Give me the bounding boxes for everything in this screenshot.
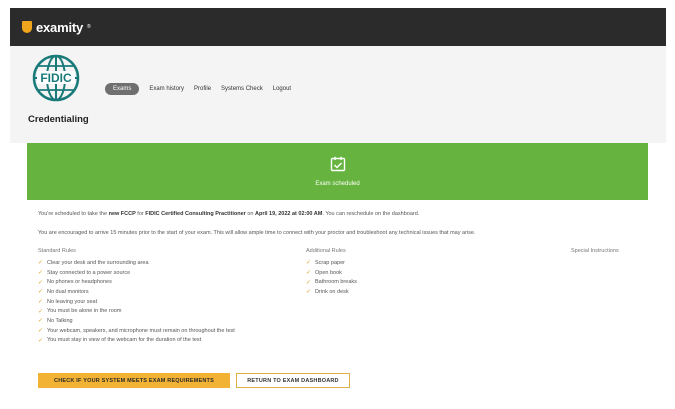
check-system-button[interactable]: CHECK IF YOUR SYSTEM MEETS EXAM REQUIREM… (38, 373, 230, 388)
rule-text: Bathroom breaks (315, 279, 357, 286)
standard-rules-list: ✓ Clear your desk and the surrounding are… (38, 258, 235, 345)
rule-text: Open book (315, 269, 342, 276)
rule-text: Clear your desk and the surrounding area (47, 259, 149, 266)
nav-logout[interactable]: Logout (273, 83, 291, 95)
brand-name: Credentialing (28, 114, 89, 125)
exam-datetime: April 19, 2022 at 02:00 AM (255, 211, 323, 217)
list-item: ✓ Stay connected to a power source (38, 268, 235, 278)
nav-exam-history[interactable]: Exam history (149, 83, 184, 95)
checkmark-icon: ✓ (306, 260, 312, 267)
top-bar: examity ® (10, 8, 666, 46)
nav-profile[interactable]: Profile (194, 83, 211, 95)
additional-rules-title: Additional Rules (306, 248, 346, 254)
checkmark-icon: ✓ (38, 318, 44, 325)
fidic-globe-logo: FIDIC (32, 54, 80, 102)
checkmark-icon: ✓ (38, 279, 44, 286)
main-nav: Exams Exam history Profile Systems Check… (105, 83, 291, 95)
checkmark-icon: ✓ (38, 308, 44, 315)
checkmark-icon: ✓ (306, 270, 312, 277)
list-item: ✓ Bathroom breaks (306, 277, 357, 287)
scheduled-post: . You can reschedule on the dashboard. (322, 211, 420, 217)
examity-logo[interactable]: examity ® (22, 20, 91, 35)
rule-text: Your webcam, speakers, and microphone mu… (47, 327, 235, 334)
rule-text: No dual monitors (47, 288, 89, 295)
return-dashboard-button[interactable]: RETURN TO EXAM DASHBOARD (236, 373, 350, 388)
rule-text: Scrap paper (315, 259, 345, 266)
standard-rules-title: Standard Rules (38, 248, 76, 254)
checkmark-icon: ✓ (38, 260, 44, 267)
checkmark-icon: ✓ (306, 289, 312, 296)
rule-text: No phones or headphones (47, 279, 112, 286)
calendar-check-icon (330, 156, 345, 172)
checkmark-icon: ✓ (306, 279, 312, 286)
list-item: ✓ You must stay in view of the webcam for… (38, 336, 235, 346)
logo-text: examity (36, 19, 84, 35)
list-item: ✓ Your webcam, speakers, and microphone m… (38, 326, 235, 336)
rule-text: Stay connected to a power source (47, 269, 131, 276)
scheduled-pre: You're scheduled to take the (38, 211, 109, 217)
rule-text: No leaving your seat (47, 298, 98, 305)
list-item: ✓ No leaving your seat (38, 297, 235, 307)
logo-trademark: ® (87, 24, 91, 30)
rule-text: You must stay in view of the webcam for … (47, 337, 202, 344)
exam-name: FIDIC Certified Consulting Practitioner (145, 211, 246, 217)
header: FIDIC Credentialing Exams Exam history P… (10, 46, 666, 143)
fidic-brand[interactable]: FIDIC Credentialing (28, 52, 98, 132)
additional-rules-list: ✓ Scrap paper ✓ Open book ✓ Bathroom breaks… (306, 258, 357, 297)
list-item: ✓ You must be alone in the room (38, 306, 235, 316)
list-item: ✓ Drink on desk (306, 287, 357, 297)
list-item: ✓ Open book (306, 268, 357, 278)
rule-text: You must be alone in the room (47, 308, 122, 315)
scheduled-mid1: for (135, 211, 146, 217)
exam-code: new FCCP (108, 211, 136, 217)
special-instructions-title: Special Instructions (571, 248, 619, 254)
nav-systems-check[interactable]: Systems Check (221, 83, 263, 95)
list-item: ✓ Scrap paper (306, 258, 357, 268)
scheduled-text: You're scheduled to take the new FCCP fo… (38, 211, 419, 217)
rule-text: Drink on desk (315, 288, 349, 295)
rule-text: No Talking (47, 317, 73, 324)
checkmark-icon: ✓ (38, 328, 44, 335)
scheduled-mid2: on (245, 211, 255, 217)
standard-rules: Standard Rules ✓ Clear your desk and the … (38, 248, 235, 345)
checkmark-icon: ✓ (38, 289, 44, 296)
special-instructions: Special Instructions (571, 248, 619, 258)
additional-rules: Additional Rules ✓ Scrap paper ✓ Open book… (306, 248, 357, 297)
checkmark-icon: ✓ (38, 337, 44, 344)
list-item: ✓ Clear your desk and the surrounding are… (38, 258, 235, 268)
list-item: ✓ No dual monitors (38, 287, 235, 297)
shield-icon (22, 21, 32, 33)
nav-exams[interactable]: Exams (105, 83, 140, 95)
list-item: ✓ No Talking (38, 316, 235, 326)
banner-text: Exam scheduled (315, 181, 360, 187)
arrival-advice: You are encouraged to arrive 15 minutes … (38, 230, 476, 236)
checkmark-icon: ✓ (38, 299, 44, 306)
exam-scheduled-banner: Exam scheduled (27, 143, 648, 200)
checkmark-icon: ✓ (38, 270, 44, 277)
list-item: ✓ No phones or headphones (38, 277, 235, 287)
globe-text: FIDIC (40, 71, 72, 85)
